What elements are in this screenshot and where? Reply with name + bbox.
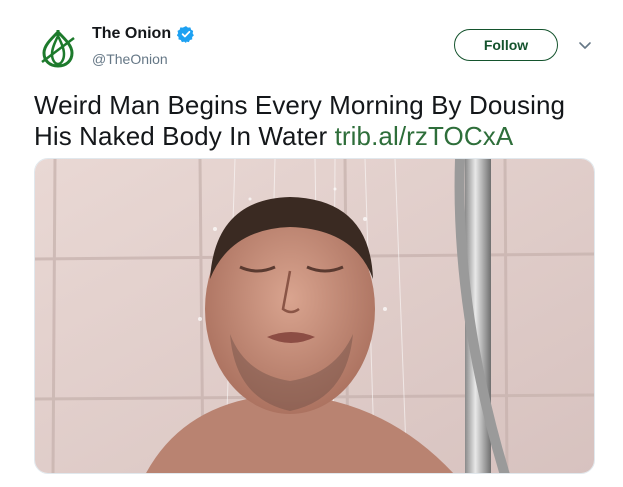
author-display-name[interactable]: The Onion [92,25,171,43]
chevron-down-icon[interactable] [577,37,593,53]
avatar[interactable] [34,24,82,72]
onion-logo-icon [41,29,75,68]
follow-button[interactable]: Follow [454,29,558,61]
verified-badge-icon [177,26,194,43]
tweet-media-image[interactable] [34,158,595,474]
tweet-text: Weird Man Begins Every Morning By Dousin… [34,90,594,152]
author-handle[interactable]: @TheOnion [92,51,168,67]
author-name-row[interactable]: The Onion [92,25,195,43]
tweet-link[interactable]: trib.al/rzTOCxA [335,121,514,151]
shower-photo [35,159,594,473]
